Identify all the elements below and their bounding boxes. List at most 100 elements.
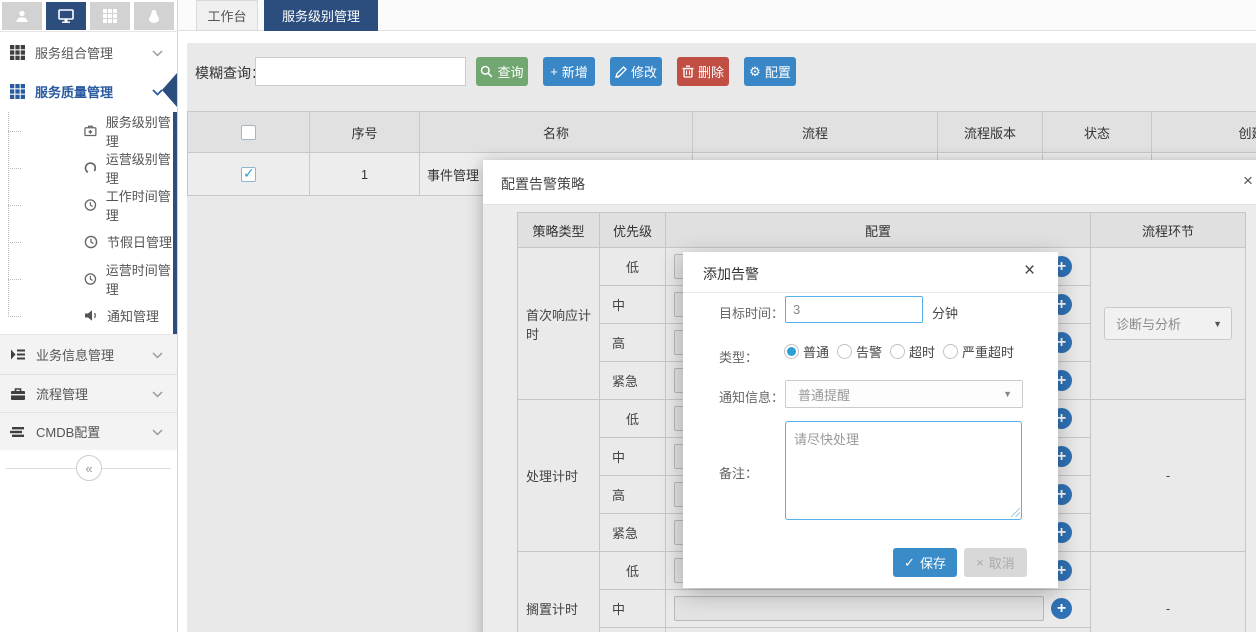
grid-icon: [10, 84, 25, 99]
column-header-created: 创建: [1152, 111, 1256, 153]
monitor-icon: [58, 9, 74, 23]
tab-label: 服务级别管理: [282, 6, 360, 25]
select-all-checkbox[interactable]: [241, 125, 256, 140]
sidebar-item-work-time[interactable]: 工作时间管理: [0, 186, 177, 223]
column-header-strategy-type: 策略类型: [518, 213, 600, 248]
active-section-marker: [162, 73, 177, 107]
stage-select[interactable]: 诊断与分析 ▼: [1104, 307, 1232, 340]
sidebar: 服务组合管理 服务质量管理 服务级别管理 运营级别管理 工作时间管理: [0, 0, 178, 632]
sidebar-item-process-mgmt[interactable]: 流程管理: [0, 374, 177, 412]
column-header-seq: 序号: [310, 111, 420, 153]
close-icon[interactable]: ×: [1024, 260, 1035, 282]
tab-workbench[interactable]: 工作台: [196, 0, 258, 31]
strategy-type-cell: 首次响应计时: [518, 248, 600, 400]
radio-severe-timeout[interactable]: 严重超时: [943, 342, 1014, 361]
radio-alert[interactable]: 告警: [837, 342, 882, 361]
layers-icon: [10, 426, 26, 438]
clock-icon: [84, 235, 98, 249]
strategy-type-cell: 搁置计时: [518, 552, 600, 632]
button-label: 取消: [989, 553, 1015, 572]
sidebar-item-notification[interactable]: 通知管理: [0, 297, 177, 334]
header-checkbox-cell: [187, 111, 310, 153]
grid-apps-icon[interactable]: [90, 2, 130, 30]
delete-button[interactable]: 删除: [677, 57, 729, 86]
sidebar-item-ops-level[interactable]: 运营级别管理: [0, 149, 177, 186]
config-button[interactable]: ⚙ 配置: [744, 57, 796, 86]
priority-cell: 高: [600, 324, 666, 362]
monitor-icon[interactable]: [46, 2, 86, 30]
row-checkbox[interactable]: ✓: [241, 167, 256, 182]
edit-button[interactable]: 修改: [610, 57, 662, 86]
chevron-down-icon: [152, 45, 163, 60]
remark-textarea[interactable]: 请尽快处理: [785, 421, 1022, 520]
search-icon: [480, 65, 493, 78]
target-time-input[interactable]: [785, 296, 923, 323]
tab-label: 工作台: [207, 6, 246, 25]
divider: [683, 292, 1058, 293]
caret-down-icon: ▼: [1213, 319, 1222, 329]
radio-timeout[interactable]: 超时: [890, 342, 935, 361]
button-label: 保存: [920, 553, 946, 572]
tab-sla-management[interactable]: 服务级别管理: [264, 0, 378, 31]
cross-icon: ×: [976, 555, 984, 570]
briefcase-icon: [10, 387, 26, 401]
sidebar-collapse-button[interactable]: «: [76, 455, 102, 481]
type-label: 类型：: [719, 347, 758, 366]
modal-header: 配置告警策略 ×: [483, 160, 1256, 205]
clock-icon: [84, 272, 97, 286]
cancel-button[interactable]: × 取消: [964, 548, 1027, 577]
sidebar-item-label: 运营级别管理: [106, 149, 177, 187]
priority-cell: 低: [600, 400, 666, 438]
sidebar-item-ops-time[interactable]: 运营时间管理: [0, 260, 177, 297]
target-time-unit: 分钟: [932, 303, 958, 322]
fuzzy-search-input[interactable]: [255, 57, 466, 86]
stage-cell: -: [1091, 400, 1246, 552]
priority-cell: 高: [600, 628, 666, 632]
chevron-down-icon: [152, 386, 163, 401]
strategy-table-header-row: 策略类型 优先级 配置 流程环节: [518, 213, 1246, 248]
add-button[interactable]: + 新增: [543, 57, 595, 86]
radio-normal[interactable]: 普通: [784, 342, 829, 361]
check-icon: ✓: [904, 555, 915, 571]
divider: [0, 31, 178, 32]
sidebar-item-label: 流程管理: [36, 384, 88, 403]
column-header-flow: 流程: [693, 111, 938, 153]
caret-down-icon: ▼: [1003, 389, 1012, 399]
clock-icon: [84, 198, 97, 212]
sidebar-item-service-quality[interactable]: 服务质量管理: [0, 72, 177, 111]
sidebar-item-label: 工作时间管理: [106, 186, 177, 224]
close-icon[interactable]: ×: [1243, 171, 1253, 191]
sidebar-item-service-portfolio[interactable]: 服务组合管理: [0, 33, 177, 72]
app-window: 服务组合管理 服务质量管理 服务级别管理 运营级别管理 工作时间管理: [0, 0, 1256, 632]
query-button[interactable]: 查询: [476, 57, 528, 86]
stage-cell: -: [1091, 552, 1246, 632]
priority-cell: 低: [600, 248, 666, 286]
priority-cell: 中: [600, 438, 666, 476]
notify-label: 通知信息：: [719, 387, 784, 406]
sidebar-item-holiday[interactable]: 节假日管理: [0, 223, 177, 260]
sidebar-item-label: 节假日管理: [107, 232, 172, 251]
plus-icon: +: [550, 64, 558, 79]
button-label: 修改: [631, 62, 657, 81]
resize-grip-icon[interactable]: [1011, 508, 1020, 517]
submenu-scrollbar[interactable]: [173, 112, 177, 334]
config-cell: +: [666, 628, 1091, 632]
tab-bar: 工作台 服务级别管理: [178, 0, 1256, 31]
notify-select[interactable]: 普通提醒 ▼: [785, 380, 1023, 408]
type-radio-group: 普通 告警 超时 严重超时: [784, 342, 1022, 361]
trash-icon: [682, 65, 694, 78]
linux-icon[interactable]: [134, 2, 174, 30]
user-icon[interactable]: [2, 2, 42, 30]
grid-apps-icon: [103, 9, 117, 23]
save-button[interactable]: ✓ 保存: [893, 548, 957, 577]
user-icon: [15, 9, 29, 23]
priority-cell: 中: [600, 286, 666, 324]
sidebar-item-cmdb-config[interactable]: CMDB配置: [0, 412, 177, 450]
gear-icon: ⚙: [749, 64, 761, 80]
sidebar-item-sla-management[interactable]: 服务级别管理: [0, 112, 177, 149]
column-header-priority: 优先级: [600, 213, 666, 248]
modal-title: 配置告警策略: [501, 174, 585, 194]
add-alert-plus-button[interactable]: +: [1051, 598, 1072, 619]
sidebar-item-business-info[interactable]: 业务信息管理: [0, 334, 177, 374]
config-input[interactable]: [674, 596, 1044, 621]
